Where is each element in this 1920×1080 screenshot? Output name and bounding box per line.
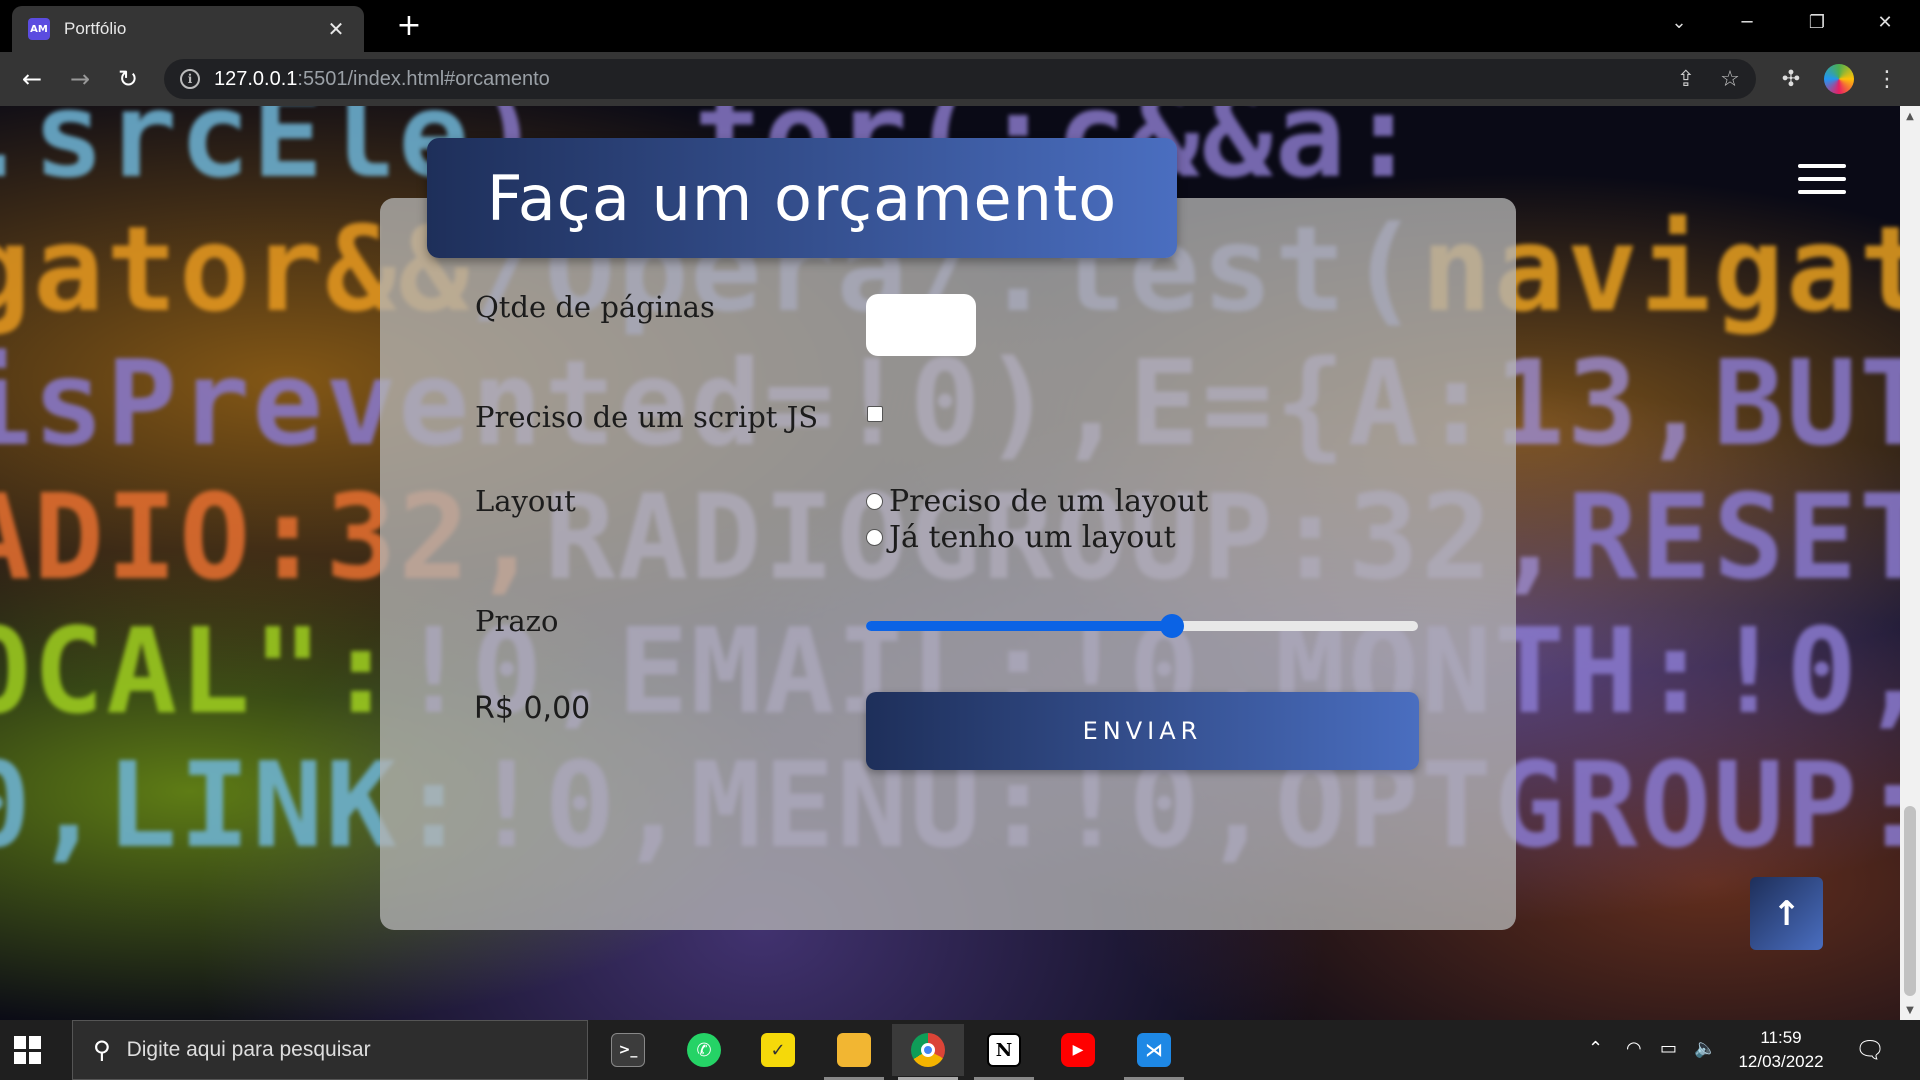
pages-label: Qtde de páginas: [475, 290, 715, 324]
site-info-icon[interactable]: i: [180, 69, 200, 89]
clock-time: 11:59: [1760, 1028, 1802, 1047]
arrow-up-icon[interactable]: ↑: [1750, 877, 1823, 950]
whatsapp-icon: ✆: [687, 1033, 721, 1067]
close-window-icon[interactable]: ✕: [1850, 0, 1920, 44]
share-icon[interactable]: ⇪: [1672, 65, 1700, 93]
browser-toolbar: ← → ↻ i 127.0.0.1:5501/index.html#orcame…: [0, 52, 1920, 106]
folder-icon: [837, 1033, 871, 1067]
layout-option-have[interactable]: Já tenho um layout: [866, 520, 1176, 555]
battery-icon[interactable]: ▭: [1660, 1038, 1677, 1059]
tab-title: Portfólio: [64, 19, 127, 38]
slider-fill: [866, 621, 1173, 631]
tray-chevron-up-icon[interactable]: ⌃: [1588, 1038, 1603, 1059]
taskbar-chrome[interactable]: [892, 1024, 964, 1080]
taskbar-terminal[interactable]: >_: [592, 1024, 664, 1076]
taskbar-search-box[interactable]: ⚲ Digite aqui para pesquisar: [72, 1020, 588, 1080]
wifi-icon[interactable]: ◠: [1626, 1038, 1642, 1059]
windows-taskbar: ⚲ Digite aqui para pesquisar >_ ✆ ✓ N ▶ …: [0, 1020, 1920, 1080]
chrome-icon: [911, 1033, 945, 1067]
taskbar-sticky-notes[interactable]: ✓: [742, 1024, 814, 1076]
script-label: Preciso de um script JS: [475, 400, 819, 434]
volume-icon[interactable]: 🔈: [1694, 1038, 1716, 1059]
hamburger-icon[interactable]: [1798, 164, 1846, 198]
restore-icon[interactable]: ❐: [1782, 0, 1852, 44]
kebab-menu-icon[interactable]: ⋮: [1872, 64, 1902, 94]
notion-icon: N: [987, 1033, 1021, 1067]
taskbar-file-explorer[interactable]: [818, 1024, 890, 1080]
layout-option-need[interactable]: Preciso de um layout: [866, 484, 1208, 519]
form-title-banner: Faça um orçamento: [427, 138, 1177, 258]
bookmark-star-icon[interactable]: ☆: [1716, 65, 1744, 93]
layout-option-label: Já tenho um layout: [889, 520, 1176, 555]
sticky-notes-icon: ✓: [761, 1033, 795, 1067]
script-checkbox[interactable]: [867, 406, 883, 422]
browser-tab[interactable]: AM Portfólio ✕: [12, 6, 364, 52]
profile-avatar[interactable]: [1824, 64, 1854, 94]
taskbar-whatsapp[interactable]: ✆: [668, 1024, 740, 1076]
taskbar-youtube[interactable]: ▶: [1042, 1024, 1114, 1076]
layout-label: Layout: [475, 484, 576, 518]
notification-center-icon[interactable]: 🗨: [1855, 1036, 1885, 1064]
reload-icon[interactable]: ↻: [110, 61, 146, 97]
layout-radio-have[interactable]: [866, 529, 883, 546]
extensions-puzzle-icon[interactable]: ✣: [1776, 64, 1806, 94]
scroll-down-icon[interactable]: ▼: [1900, 1000, 1920, 1020]
address-bar[interactable]: i 127.0.0.1:5501/index.html#orcamento ⇪ …: [164, 59, 1756, 99]
form-title: Faça um orçamento: [486, 161, 1118, 235]
browser-tab-strip: AM Portfólio ✕ + ⌄ ─ ❐ ✕: [0, 0, 1920, 52]
url-text: 127.0.0.1:5501/index.html#orcamento: [214, 67, 550, 90]
taskbar-vscode[interactable]: ⋊: [1118, 1024, 1190, 1080]
clock-date: 12/03/2022: [1738, 1052, 1824, 1071]
close-icon[interactable]: ✕: [324, 17, 348, 41]
terminal-icon: >_: [611, 1033, 645, 1067]
forward-icon[interactable]: →: [62, 61, 98, 97]
youtube-icon: ▶: [1061, 1033, 1095, 1067]
layout-option-label: Preciso de um layout: [889, 484, 1209, 519]
back-icon[interactable]: ←: [14, 61, 50, 97]
search-icon: ⚲: [93, 1036, 111, 1064]
page-viewport: .srcEle) ,for(;c&&a:gator&&/Opera/.test(…: [0, 106, 1900, 1020]
minimize-icon[interactable]: ─: [1712, 0, 1782, 44]
scroll-up-icon[interactable]: ▲: [1900, 106, 1920, 126]
deadline-slider[interactable]: [866, 614, 1418, 638]
taskbar-clock[interactable]: 11:59 12/03/2022: [1726, 1026, 1836, 1074]
windows-start-icon[interactable]: [14, 1036, 42, 1064]
search-placeholder: Digite aqui para pesquisar: [126, 1038, 371, 1061]
deadline-label: Prazo: [475, 604, 559, 638]
submit-button[interactable]: ENVIAR: [866, 692, 1419, 770]
new-tab-button[interactable]: +: [392, 10, 426, 44]
layout-radio-need[interactable]: [866, 493, 883, 510]
scrollbar-thumb[interactable]: [1904, 806, 1916, 996]
page-scrollbar[interactable]: ▲ ▼: [1900, 106, 1920, 1020]
price-total: R$ 0,00: [474, 691, 591, 726]
favicon-icon: AM: [28, 18, 50, 40]
pages-input[interactable]: [866, 294, 976, 356]
tab-search-chevron-icon[interactable]: ⌄: [1644, 0, 1714, 44]
vscode-icon: ⋊: [1137, 1033, 1171, 1067]
taskbar-notion[interactable]: N: [968, 1024, 1040, 1080]
